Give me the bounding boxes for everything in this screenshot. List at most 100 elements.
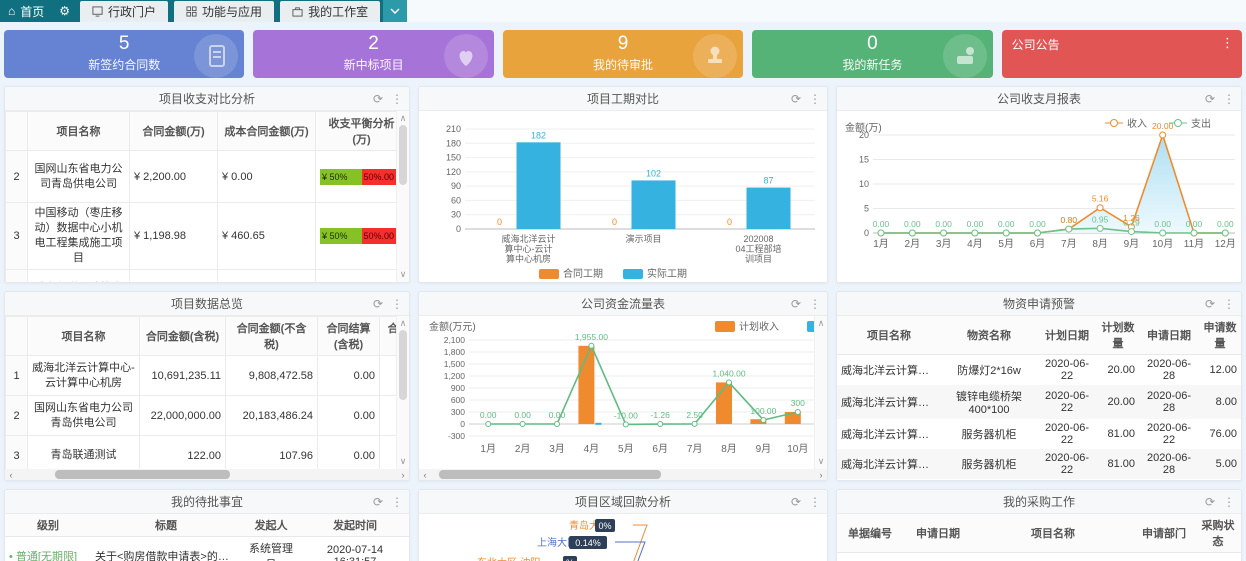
home-icon: ⌂ bbox=[8, 4, 15, 18]
horizontal-scrollbar[interactable]: ‹› bbox=[5, 469, 409, 480]
refresh-icon[interactable]: ⟳ bbox=[1205, 92, 1215, 106]
kpi-card-3[interactable]: 0我的新任务 bbox=[752, 30, 992, 78]
svg-text:训项目: 训项目 bbox=[745, 254, 772, 264]
refresh-icon[interactable]: ⟳ bbox=[373, 495, 383, 509]
svg-text:1月: 1月 bbox=[480, 443, 496, 455]
refresh-icon[interactable]: ⟳ bbox=[791, 495, 801, 509]
svg-text:20.00: 20.00 bbox=[1152, 121, 1174, 131]
cell: 2020-06-22 bbox=[1139, 419, 1199, 449]
vertical-scrollbar[interactable]: ∧∨ bbox=[396, 316, 409, 469]
cell: 0.00 bbox=[318, 356, 380, 396]
regional-pie-chart: 青岛大区0%上海大区0.14%东北大区-沈阳% bbox=[419, 514, 823, 561]
table-row[interactable]: 2国网山东省电力公司青岛供电公司22,000,000.0020,183,486.… bbox=[6, 396, 398, 436]
cell: 2020-06-22 bbox=[1037, 479, 1097, 480]
vertical-scrollbar[interactable]: ∧∨ bbox=[396, 111, 409, 282]
table-row[interactable]: • 普通[无期限]关于<购房借款申请表>的审批系统管理员2020-07-14 1… bbox=[5, 537, 409, 561]
material-name: 镀锌电缆桥架400*100 bbox=[941, 385, 1037, 419]
column-header: 申请日期 bbox=[1139, 316, 1199, 355]
refresh-icon[interactable]: ⟳ bbox=[1205, 297, 1215, 311]
column-header: 发起人 bbox=[241, 514, 301, 537]
svg-text:2月: 2月 bbox=[905, 238, 921, 250]
svg-text:1,040.00: 1,040.00 bbox=[712, 368, 745, 378]
refresh-icon[interactable]: ⟳ bbox=[791, 92, 801, 106]
svg-text:2,100: 2,100 bbox=[444, 335, 466, 345]
bid-icon bbox=[444, 34, 488, 78]
material-name: 服务器机柜 bbox=[941, 419, 1037, 449]
column-header: 收支平衡分析(万) bbox=[316, 112, 398, 151]
svg-text:8月: 8月 bbox=[721, 443, 737, 455]
cost-amount: ¥ 460.65 bbox=[218, 203, 316, 270]
svg-text:210: 210 bbox=[446, 124, 461, 134]
project-name: 威海北洋云计算中心-云计算... bbox=[837, 355, 941, 386]
legend-label: 支出 bbox=[1191, 117, 1211, 130]
panel-title: 我的待批事宜 bbox=[5, 493, 409, 510]
project-name: 国网山东省电力公司青岛供电公司 bbox=[28, 396, 140, 436]
table-row[interactable]: 2国网山东省电力公司青岛供电公司¥ 2,200.00¥ 0.00¥ 50%50%… bbox=[6, 151, 398, 203]
table-row[interactable]: 1威海北洋云计算中心-云计算中心机房10,691,235.119,808,472… bbox=[6, 356, 398, 396]
refresh-icon[interactable]: ⟳ bbox=[373, 92, 383, 106]
balance-bar-green: ¥ 50% bbox=[320, 169, 362, 185]
table-row[interactable]: 威海北洋云计算中心-云计算...服务器机柜2020-06-2281.002020… bbox=[837, 419, 1241, 449]
kpi-card-0[interactable]: 5新签约合同数 bbox=[4, 30, 244, 78]
company-notice-card[interactable]: 公司公告 ⋮ bbox=[1002, 30, 1242, 78]
svg-text:10月: 10月 bbox=[1152, 238, 1173, 250]
more-icon[interactable]: ⋮ bbox=[391, 297, 403, 311]
more-icon[interactable]: ⋮ bbox=[809, 92, 821, 106]
nav-empty-area bbox=[407, 0, 1246, 22]
legend-label: 计划收入 bbox=[739, 320, 779, 333]
svg-text:0.00: 0.00 bbox=[1186, 219, 1203, 229]
table-row[interactable]: 威海北洋云计算中心-云计算...镀锌电缆桥架400*1002020-06-222… bbox=[837, 385, 1241, 419]
table-row[interactable]: 3中国移动（枣庄移动）数据中心小机电工程集成施工项目¥ 1,198.98¥ 46… bbox=[6, 203, 398, 270]
table-row[interactable]: 4威海北洋云计算中心-云计算中心机房¥ 1,069.12¥ 270.95100.… bbox=[6, 270, 398, 283]
nav-tab-admin-portal[interactable]: 行政门户 bbox=[80, 1, 168, 22]
svg-text:0.00: 0.00 bbox=[998, 219, 1015, 229]
project-name: 威海北洋云计算中心-云计算... bbox=[837, 479, 941, 480]
project-name: 威海北洋云计算中心-云计算中心机房 bbox=[28, 270, 130, 283]
gear-icon: ⚙ bbox=[59, 4, 70, 18]
panel-title: 物资申请预警 bbox=[837, 295, 1241, 312]
cell: 2020-06-22 bbox=[1037, 355, 1097, 386]
svg-text:300: 300 bbox=[791, 398, 805, 408]
more-icon[interactable]: ⋮ bbox=[1223, 297, 1235, 311]
cell: 2020-06-28 bbox=[1139, 479, 1199, 480]
pie-badge: 0% bbox=[598, 521, 611, 531]
table-row[interactable]: 威海北洋云计算中心-云计算...服务器机柜2020-06-2281.002020… bbox=[837, 449, 1241, 479]
nav-tab-my-studio[interactable]: 我的工作室 bbox=[280, 1, 380, 22]
svg-text:7月: 7月 bbox=[1061, 238, 1077, 250]
svg-text:3月: 3月 bbox=[936, 238, 952, 250]
more-icon[interactable]: ⋮ bbox=[1221, 35, 1234, 51]
kpi-card-1[interactable]: 2新中标项目 bbox=[253, 30, 493, 78]
more-icon[interactable]: ⋮ bbox=[809, 495, 821, 509]
svg-text:1,200: 1,200 bbox=[444, 371, 466, 381]
vertical-scrollbar[interactable]: ∧∨ bbox=[814, 316, 827, 469]
nav-tab-functions-apps[interactable]: 功能与应用 bbox=[174, 1, 274, 22]
notice-title: 公司公告 bbox=[1012, 38, 1060, 52]
svg-text:0.80: 0.80 bbox=[1061, 215, 1078, 225]
more-icon[interactable]: ⋮ bbox=[391, 495, 403, 509]
svg-text:90: 90 bbox=[451, 181, 461, 191]
column-header: 发起时间 bbox=[301, 514, 409, 537]
more-icon[interactable]: ⋮ bbox=[1223, 92, 1235, 106]
nav-more-tabs-button[interactable] bbox=[383, 0, 407, 22]
svg-text:1,500: 1,500 bbox=[444, 359, 466, 369]
balance-bar-cell: ¥ 50%50%.00 bbox=[316, 203, 398, 270]
horizontal-scrollbar[interactable]: ‹› bbox=[419, 469, 827, 480]
refresh-icon[interactable]: ⟳ bbox=[1205, 495, 1215, 509]
settings-gear-button[interactable]: ⚙ bbox=[52, 0, 77, 22]
more-icon[interactable]: ⋮ bbox=[391, 92, 403, 106]
svg-text:102: 102 bbox=[646, 168, 661, 178]
more-icon[interactable]: ⋮ bbox=[1223, 495, 1235, 509]
svg-text:4月: 4月 bbox=[967, 238, 983, 250]
approval-time: 2020-07-14 16:31:57 bbox=[301, 537, 409, 561]
refresh-icon[interactable]: ⟳ bbox=[373, 297, 383, 311]
approvals-table: 级别标题发起人发起时间• 普通[无期限]关于<购房借款申请表>的审批系统管理员2… bbox=[5, 514, 409, 561]
pie-label: 东北大区-沈阳 bbox=[477, 556, 540, 561]
table-row[interactable]: 威海北洋云计算中心-云计算...插座10A 250V 三极五孔插座2020-06… bbox=[837, 479, 1241, 480]
table-row[interactable]: 威海北洋云计算中心-云计算...防爆灯2*16w2020-06-2220.002… bbox=[837, 355, 1241, 386]
cell: 2020-06-28 bbox=[1139, 449, 1199, 479]
refresh-icon[interactable]: ⟳ bbox=[791, 297, 801, 311]
kpi-card-2[interactable]: 9我的待审批 bbox=[503, 30, 743, 78]
more-icon[interactable]: ⋮ bbox=[809, 297, 821, 311]
nav-home[interactable]: ⌂ 首页 bbox=[0, 0, 52, 22]
svg-text:5.16: 5.16 bbox=[1092, 194, 1109, 204]
